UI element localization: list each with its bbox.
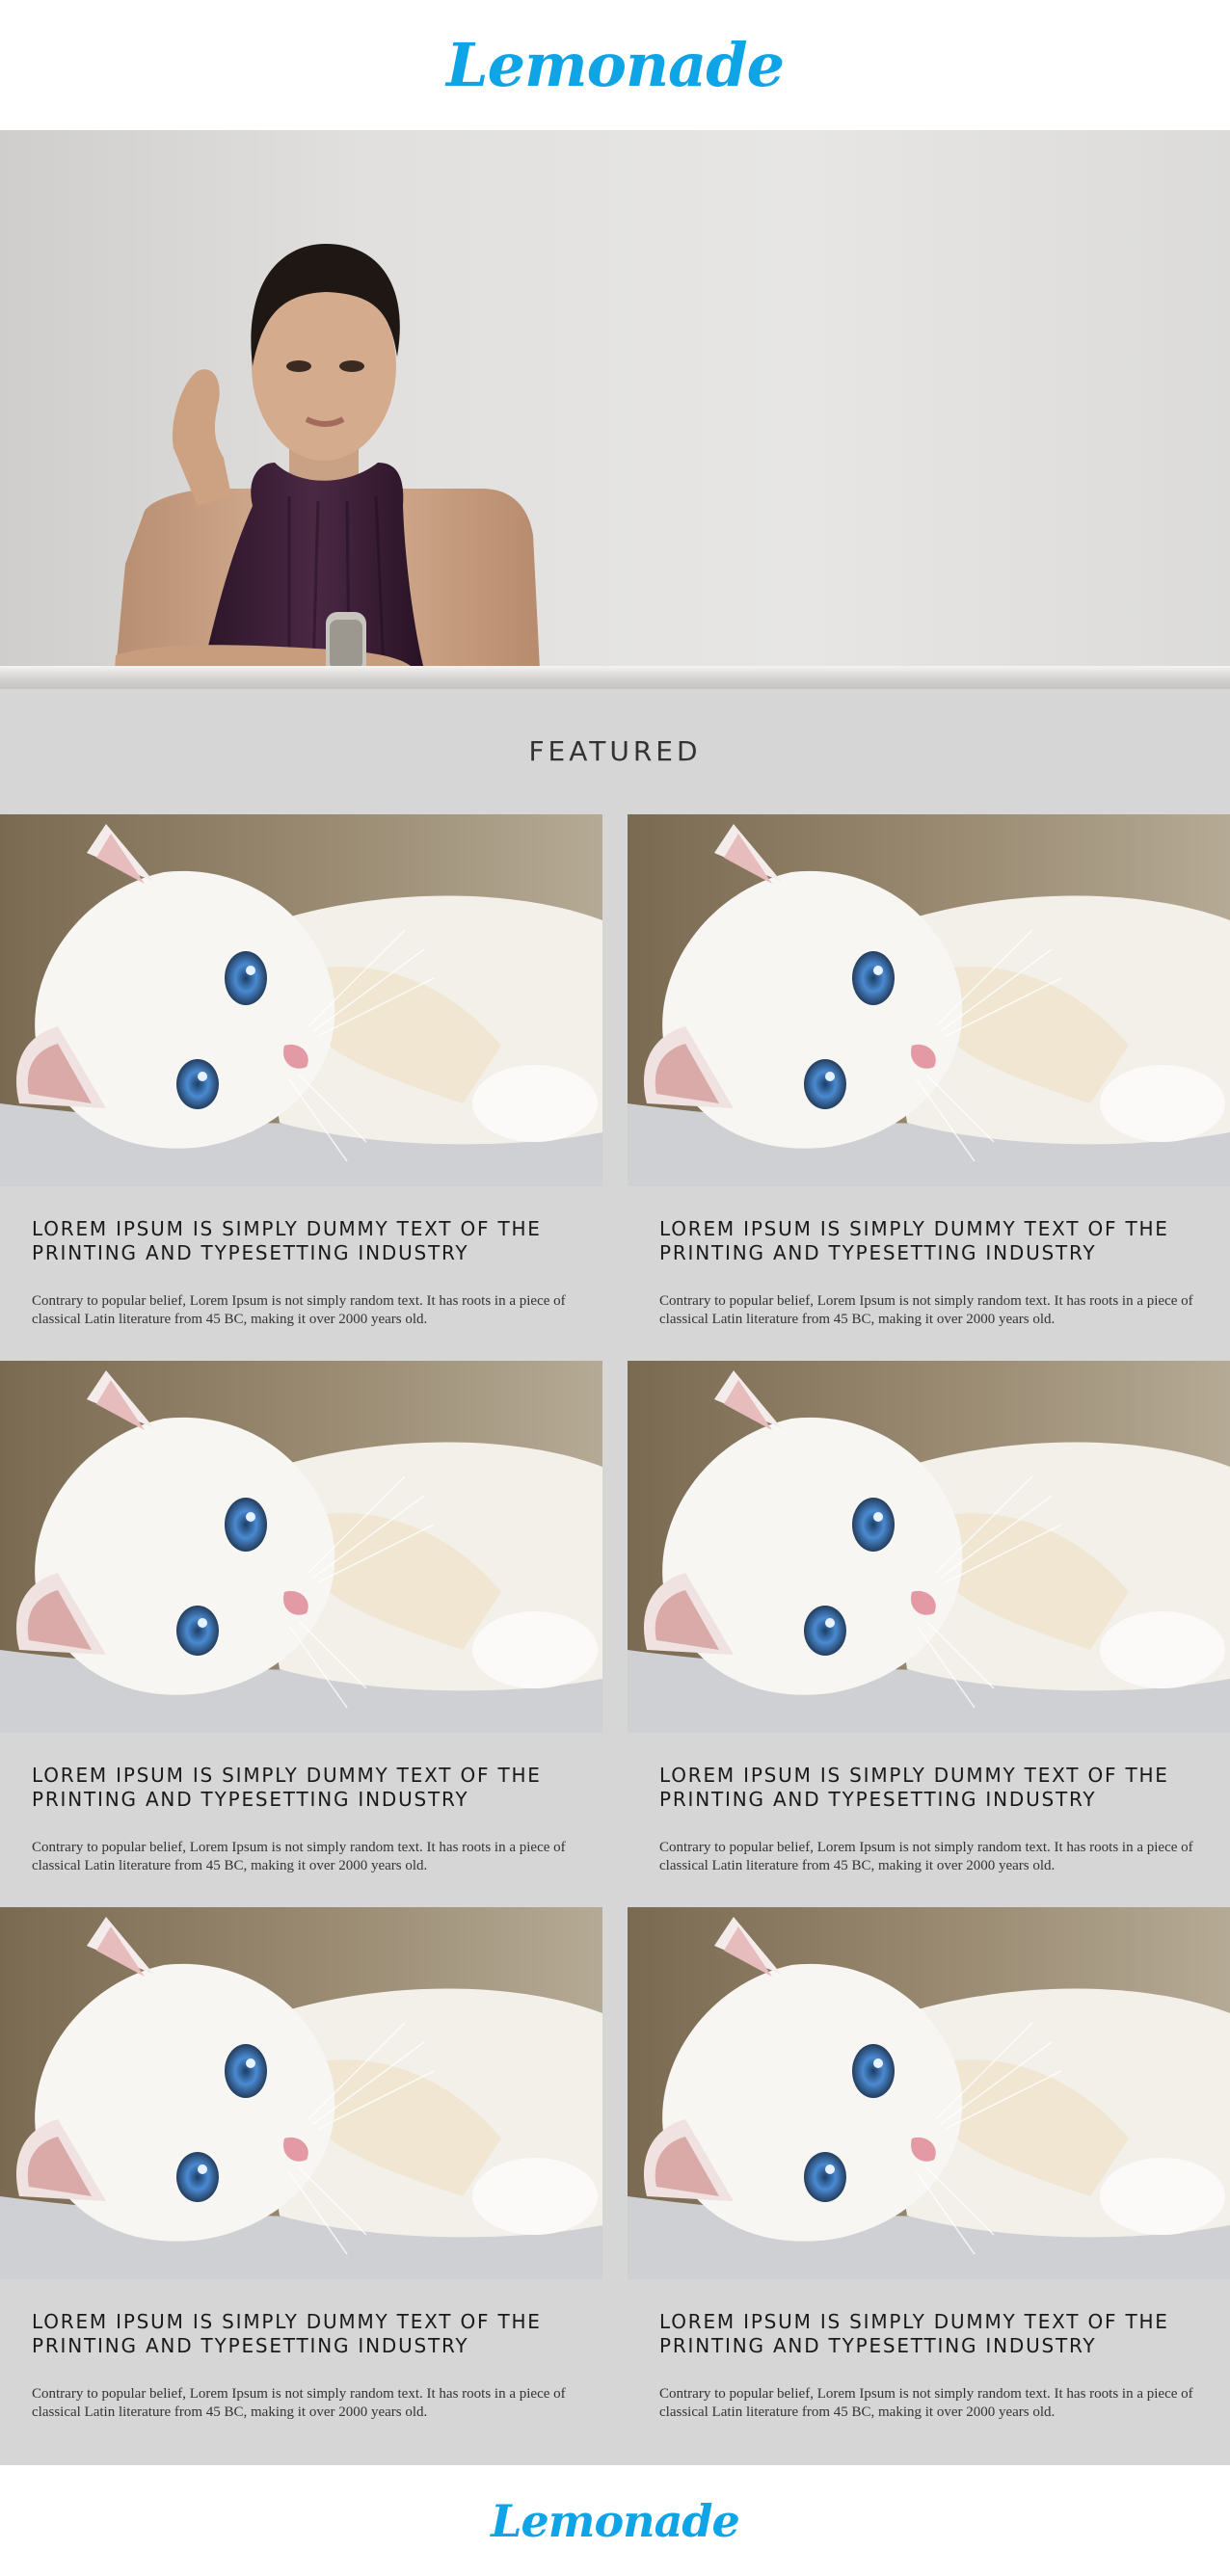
- kitten-image: [628, 814, 1230, 1186]
- featured-card: LOREM IPSUM IS SIMPLY DUMMY TEXT OF THE …: [628, 814, 1230, 1361]
- hero-portrait-image: [114, 244, 540, 684]
- footer-logo[interactable]: Lemonade: [491, 2495, 740, 2547]
- kitten-image: [0, 814, 602, 1186]
- card-body: LOREM IPSUM IS SIMPLY DUMMY TEXT OF THE …: [628, 1186, 1230, 1329]
- kitten-image: [628, 1907, 1230, 2279]
- card-description: Contrary to popular belief, Lorem Ipsum …: [659, 1293, 1193, 1327]
- featured-card: LOREM IPSUM IS SIMPLY DUMMY TEXT OF THE …: [628, 1361, 1230, 1907]
- card-description: Contrary to popular belief, Lorem Ipsum …: [659, 2386, 1193, 2420]
- section-title: FEATURED: [528, 735, 702, 767]
- hero-banner: [0, 130, 1230, 689]
- card-image-link[interactable]: [0, 1361, 602, 1733]
- site-footer: Lemonade: [0, 2465, 1230, 2576]
- card-title[interactable]: LOREM IPSUM IS SIMPLY DUMMY TEXT OF THE …: [32, 1217, 574, 1265]
- card-description: Contrary to popular belief, Lorem Ipsum …: [32, 1840, 566, 1873]
- kitten-image: [0, 1361, 602, 1733]
- featured-grid: LOREM IPSUM IS SIMPLY DUMMY TEXT OF THE …: [0, 814, 1230, 2465]
- card-body: LOREM IPSUM IS SIMPLY DUMMY TEXT OF THE …: [0, 1733, 602, 1875]
- card-image-link[interactable]: [0, 1907, 602, 2279]
- brand-logo[interactable]: Lemonade: [446, 30, 785, 100]
- card-title[interactable]: LOREM IPSUM IS SIMPLY DUMMY TEXT OF THE …: [659, 1764, 1201, 1812]
- card-body: LOREM IPSUM IS SIMPLY DUMMY TEXT OF THE …: [628, 2279, 1230, 2422]
- card-description: Contrary to popular belief, Lorem Ipsum …: [659, 1840, 1193, 1873]
- card-body: LOREM IPSUM IS SIMPLY DUMMY TEXT OF THE …: [0, 2279, 602, 2422]
- card-title[interactable]: LOREM IPSUM IS SIMPLY DUMMY TEXT OF THE …: [32, 2310, 574, 2358]
- kitten-image: [628, 1361, 1230, 1733]
- card-title[interactable]: LOREM IPSUM IS SIMPLY DUMMY TEXT OF THE …: [32, 1764, 574, 1812]
- kitten-image: [0, 1907, 602, 2279]
- card-body: LOREM IPSUM IS SIMPLY DUMMY TEXT OF THE …: [0, 1186, 602, 1329]
- card-image-link[interactable]: [628, 814, 1230, 1186]
- featured-card: LOREM IPSUM IS SIMPLY DUMMY TEXT OF THE …: [0, 1361, 602, 1907]
- card-body: LOREM IPSUM IS SIMPLY DUMMY TEXT OF THE …: [628, 1733, 1230, 1875]
- featured-card: LOREM IPSUM IS SIMPLY DUMMY TEXT OF THE …: [628, 1907, 1230, 2454]
- card-title[interactable]: LOREM IPSUM IS SIMPLY DUMMY TEXT OF THE …: [659, 1217, 1201, 1265]
- card-image-link[interactable]: [628, 1361, 1230, 1733]
- card-title[interactable]: LOREM IPSUM IS SIMPLY DUMMY TEXT OF THE …: [659, 2310, 1201, 2358]
- featured-section: FEATURED LOREM IPSUM IS SIMPLY DUMMY TEX…: [0, 689, 1230, 2465]
- card-image-link[interactable]: [0, 814, 602, 1186]
- featured-card: LOREM IPSUM IS SIMPLY DUMMY TEXT OF THE …: [0, 814, 602, 1361]
- site-header: Lemonade: [0, 0, 1230, 130]
- card-description: Contrary to popular belief, Lorem Ipsum …: [32, 2386, 566, 2420]
- card-description: Contrary to popular belief, Lorem Ipsum …: [32, 1293, 566, 1327]
- card-image-link[interactable]: [628, 1907, 1230, 2279]
- hero-ledge: [0, 666, 1230, 689]
- featured-card: LOREM IPSUM IS SIMPLY DUMMY TEXT OF THE …: [0, 1907, 602, 2454]
